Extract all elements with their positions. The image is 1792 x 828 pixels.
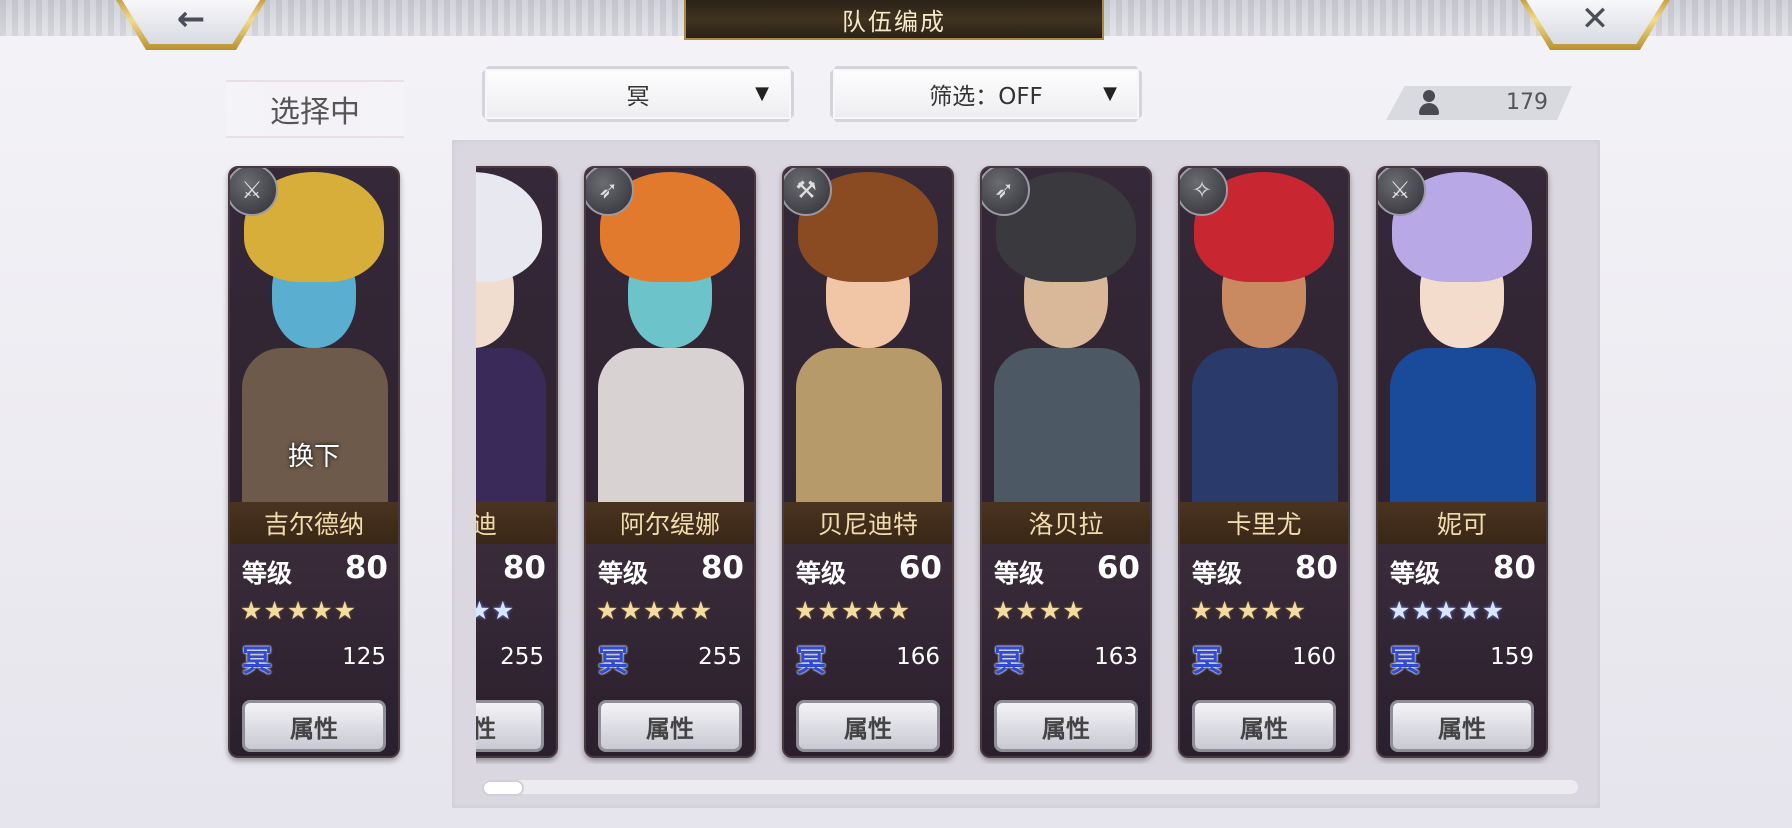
character-card[interactable]: ➶ 尔迪 等级 80 ★★★★★ 冥 255 属性 [476, 166, 558, 758]
chevron-down-icon: ▼ [755, 83, 769, 104]
rarity-stars: ★★★★★ [476, 596, 516, 625]
portrait-torso [1192, 348, 1338, 502]
character-name: 尔迪 [476, 502, 556, 544]
character-name: 吉尔德纳 [230, 502, 398, 544]
portrait-torso [476, 348, 546, 502]
character-portrait [586, 168, 754, 502]
page-title-plate: 队伍编成 [684, 0, 1104, 40]
character-stats: 等级 80 ★★★★★ 冥 255 属性 [586, 544, 754, 756]
character-name: 贝尼迪特 [784, 502, 952, 544]
horizontal-scrollbar-thumb[interactable] [482, 780, 524, 796]
filter-dropdown-value: 筛选：OFF [929, 84, 1043, 110]
level-value: 60 [1096, 550, 1140, 586]
level-label: 等级 [994, 559, 1045, 588]
close-icon: ✕ [1580, 0, 1610, 39]
portrait-torso [994, 348, 1140, 502]
element-badge: 冥 [796, 644, 826, 679]
rarity-stars: ★★★★★ [596, 596, 714, 625]
level-value: 80 [502, 550, 546, 586]
level-label: 等级 [1390, 559, 1441, 588]
roster-count-value: 179 [1506, 90, 1548, 115]
character-card[interactable]: ⚒ 贝尼迪特 等级 60 ★★★★★ 冥 166 属性 [782, 166, 954, 758]
character-card[interactable]: ✧ 卡里尤 等级 80 ★★★★★ 冥 160 属性 [1178, 166, 1350, 758]
back-arrow-icon: ← [176, 0, 206, 39]
level-value: 60 [898, 550, 942, 586]
power-value: 166 [896, 644, 940, 670]
power-value: 163 [1094, 644, 1138, 670]
power-value: 255 [500, 644, 544, 670]
element-badge: 冥 [1192, 644, 1222, 679]
attribute-button[interactable]: 属性 [796, 700, 940, 752]
level-value: 80 [1294, 550, 1338, 586]
character-card[interactable]: ➶ 洛贝拉 等级 60 ★★★★ 冥 163 属性 [980, 166, 1152, 758]
power-value: 255 [698, 644, 742, 670]
attribute-button[interactable]: 属性 [476, 700, 544, 752]
filter-dropdown[interactable]: 筛选：OFF ▼ [830, 66, 1142, 122]
character-portrait [1180, 168, 1348, 502]
close-button[interactable]: ✕ [1520, 0, 1670, 50]
attribute-button[interactable]: 属性 [994, 700, 1138, 752]
character-stats: 等级 80 ★★★★★ 冥 125 属性 [230, 544, 398, 756]
character-stats: 等级 60 ★★★★ 冥 163 属性 [982, 544, 1150, 756]
chevron-down-icon: ▼ [1103, 83, 1117, 104]
element-dropdown-value: 冥 [626, 84, 650, 110]
character-name: 卡里尤 [1180, 502, 1348, 544]
level-label: 等级 [1192, 559, 1243, 588]
character-card[interactable]: ➶ 阿尔缇娜 等级 80 ★★★★★ 冥 255 属性 [584, 166, 756, 758]
portrait-torso [242, 348, 388, 502]
character-name: 阿尔缇娜 [586, 502, 754, 544]
level-label: 等级 [796, 559, 847, 588]
attribute-button[interactable]: 属性 [1192, 700, 1336, 752]
horizontal-scrollbar-track[interactable] [482, 780, 1578, 794]
swap-out-label[interactable]: 换下 [230, 436, 398, 473]
portrait-hair [476, 172, 542, 282]
character-portrait [1378, 168, 1546, 502]
character-portrait [476, 168, 556, 502]
rarity-stars: ★★★★★ [240, 596, 358, 625]
level-label: 等级 [242, 559, 293, 588]
attribute-button[interactable]: 属性 [1390, 700, 1534, 752]
character-name: 妮可 [1378, 502, 1546, 544]
level-value: 80 [700, 550, 744, 586]
character-stats: 等级 80 ★★★★★ 冥 159 属性 [1378, 544, 1546, 756]
character-name: 洛贝拉 [982, 502, 1150, 544]
character-stats: 等级 80 ★★★★★ 冥 255 属性 [476, 544, 556, 756]
character-portrait [784, 168, 952, 502]
portrait-torso [1390, 348, 1536, 502]
power-value: 160 [1292, 644, 1336, 670]
character-list[interactable]: ➶ 尔迪 等级 80 ★★★★★ 冥 255 属性 ➶ 阿尔缇娜 等级 80 ★… [476, 158, 1574, 764]
roster-count: 179 [1386, 86, 1572, 120]
selecting-label: 选择中 [226, 80, 404, 138]
portrait-torso [598, 348, 744, 502]
character-stats: 等级 80 ★★★★★ 冥 160 属性 [1180, 544, 1348, 756]
element-badge: 冥 [994, 644, 1024, 679]
rarity-stars: ★★★★★ [1190, 596, 1308, 625]
element-badge: 冥 [1390, 644, 1420, 679]
rarity-stars: ★★★★★ [794, 596, 912, 625]
element-badge: 冥 [242, 644, 272, 679]
element-badge: 冥 [598, 644, 628, 679]
attribute-button[interactable]: 属性 [242, 700, 386, 752]
level-value: 80 [1492, 550, 1536, 586]
page-title: 队伍编成 [842, 7, 946, 36]
level-value: 80 [344, 550, 388, 586]
element-dropdown[interactable]: 冥 ▼ [482, 66, 794, 122]
power-value: 159 [1490, 644, 1534, 670]
back-button[interactable]: ← [116, 0, 266, 50]
character-portrait [982, 168, 1150, 502]
portrait-torso [796, 348, 942, 502]
level-label: 等级 [598, 559, 649, 588]
person-icon [1418, 90, 1440, 116]
power-value: 125 [342, 644, 386, 670]
selected-character-card[interactable]: ⚔ 换下 吉尔德纳 等级 80 ★★★★★ 冥 125 属性 [228, 166, 400, 758]
character-card[interactable]: ⚔ 妮可 等级 80 ★★★★★ 冥 159 属性 [1376, 166, 1548, 758]
rarity-stars: ★★★★ [992, 596, 1086, 625]
character-stats: 等级 60 ★★★★★ 冥 166 属性 [784, 544, 952, 756]
attribute-button[interactable]: 属性 [598, 700, 742, 752]
rarity-stars: ★★★★★ [1388, 596, 1506, 625]
